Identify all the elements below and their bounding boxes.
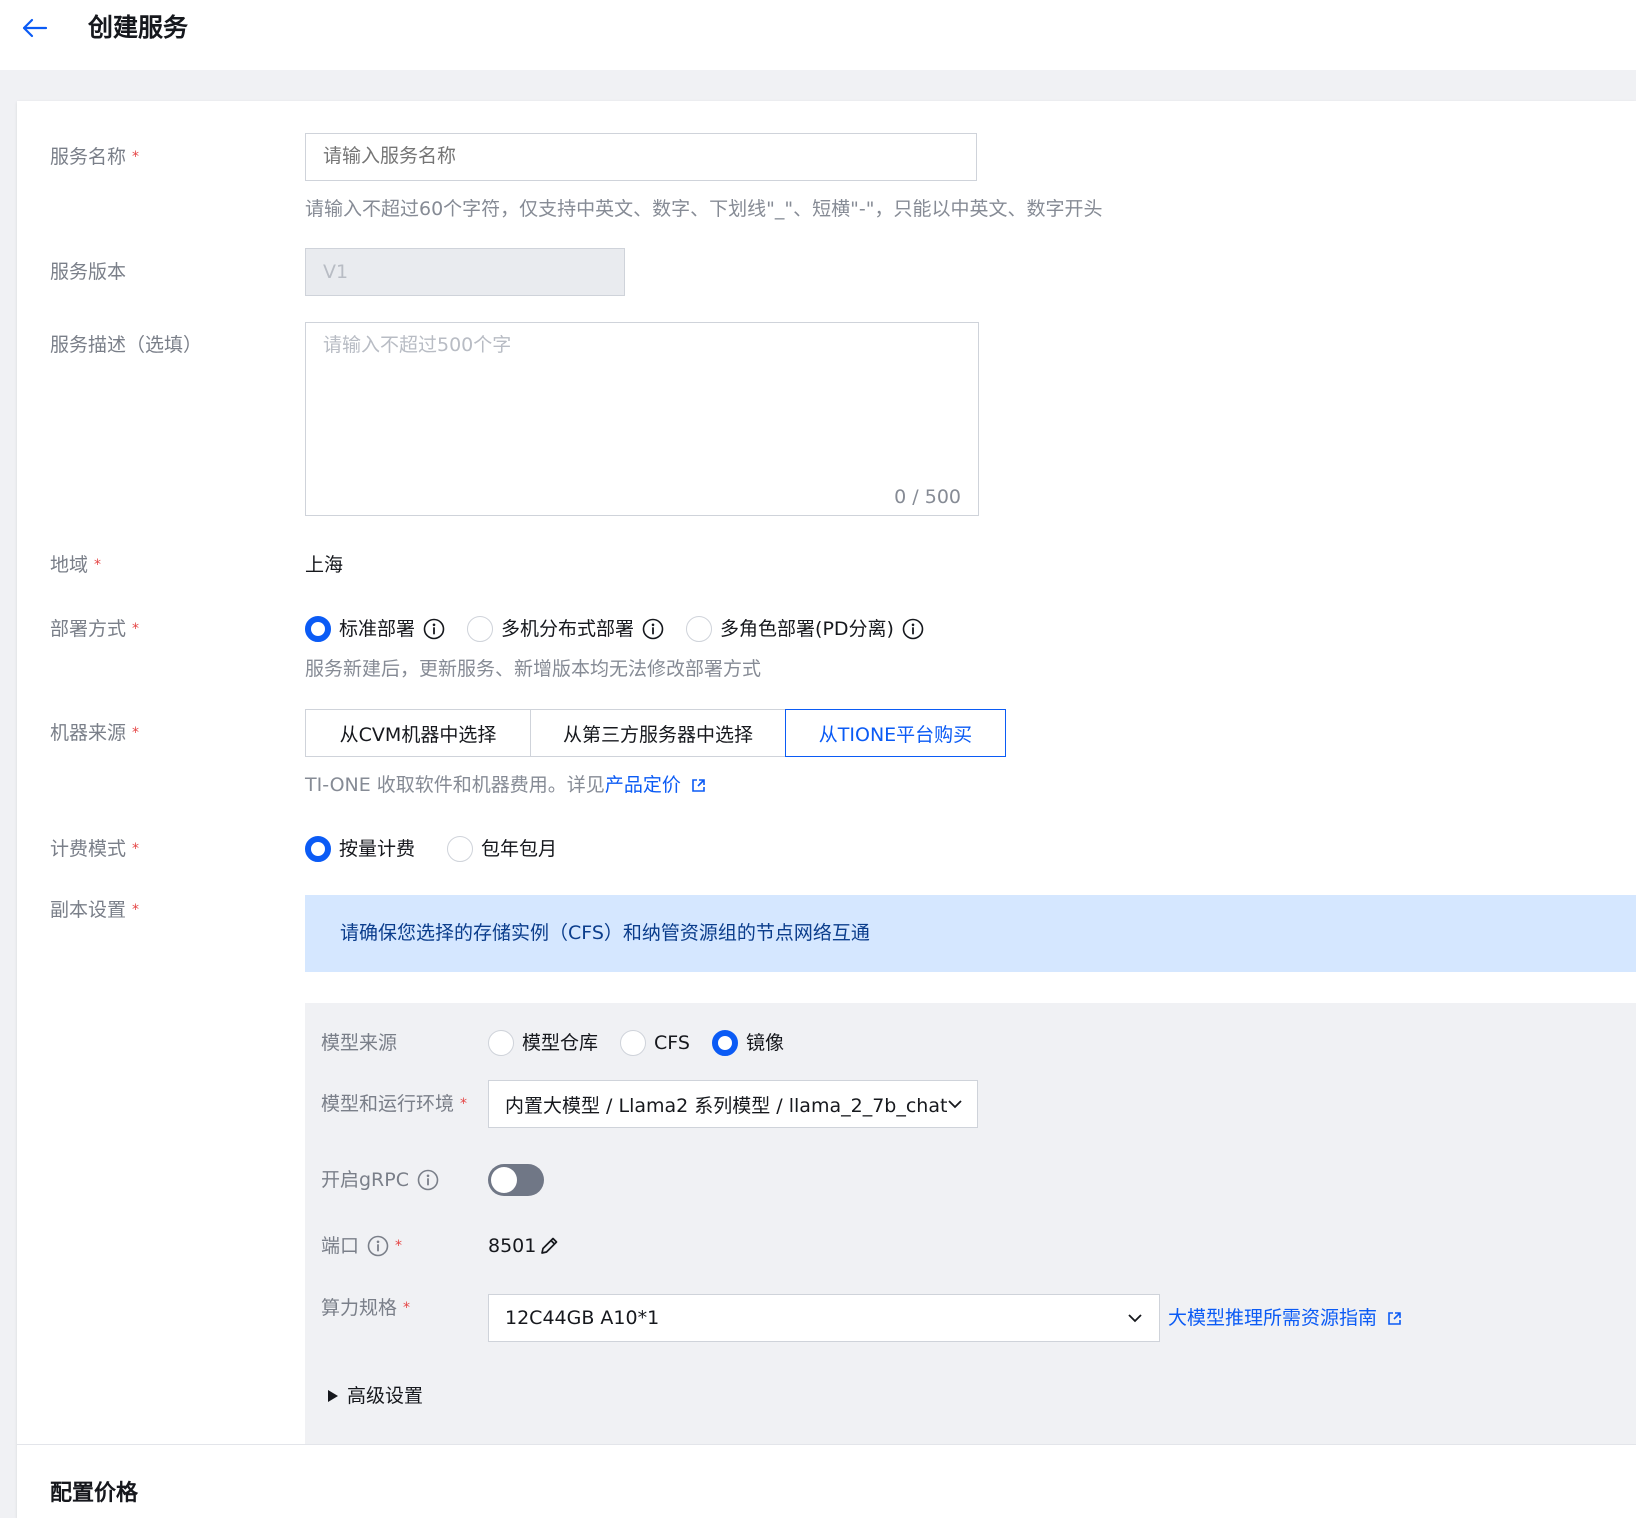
radio-dot [447,836,474,862]
select-value: 内置大模型 / Llama2 系列模型 / llama_2_7b_chat [505,1094,948,1117]
caret-right-icon [328,1390,338,1402]
billing-mode-label: 计费模式 * [50,838,140,860]
radio-dot-selected [305,836,331,862]
info-icon[interactable] [417,1169,439,1191]
radio-dot [467,616,494,642]
grpc-label: 开启gRPC [321,1166,439,1194]
radio-image[interactable]: 镜像 [711,1029,784,1057]
radio-dot-selected [711,1030,738,1056]
radio-distributed-deploy[interactable]: 多机分布式部署 [467,615,664,643]
radio-label: 标准部署 [339,618,416,640]
model-source-radio-group: 模型仓库 CFS 镜像 [488,1029,806,1057]
machine-source-tione[interactable]: 从TIONE平台购买 [785,709,1006,757]
port-value: 8501 [488,1235,537,1257]
service-version-input: V1 [305,248,625,296]
machine-source-cvm[interactable]: 从CVM机器中选择 [305,709,531,757]
hint-text: TI-ONE 收取软件和机器费用。详见 [305,774,605,796]
service-desc-label: 服务描述（选填） [50,334,203,356]
product-pricing-link[interactable]: 产品定价 [605,774,681,796]
replica-panel [305,1003,1636,1444]
machine-source-hint: TI-ONE 收取软件和机器费用。详见产品定价 [305,771,706,799]
service-desc-counter: 0 / 500 [894,486,961,508]
resource-guide-text: 大模型推理所需资源指南 [1168,1307,1378,1329]
machine-source-segmented: 从CVM机器中选择 从第三方服务器中选择 从TIONE平台购买 [305,709,1006,757]
radio-label: 多角色部署(PD分离) [720,618,894,640]
replica-label: 副本设置 * [50,899,140,921]
radio-dot [620,1030,647,1056]
page-header [0,0,1636,70]
radio-label: 镜像 [745,1032,784,1054]
advanced-settings-toggle[interactable]: 高级设置 [327,1382,423,1410]
select-value: 12C44GB A10*1 [505,1307,660,1329]
radio-dot [488,1030,514,1056]
info-icon[interactable] [423,618,445,640]
resource-guide-link[interactable]: 大模型推理所需资源指南 [1168,1304,1402,1332]
radio-label: 按量计费 [339,838,416,860]
info-icon[interactable] [642,618,664,640]
service-name-input[interactable] [305,133,977,181]
model-source-label: 模型来源 [321,1032,398,1054]
compute-spec-select[interactable]: 12C44GB A10*1 [488,1294,1160,1342]
service-name-hint: 请输入不超过60个字符，仅支持中英文、数字、下划线"_"、短横"-"，只能以中英… [305,198,1103,220]
region-value: 上海 [305,554,344,576]
radio-pay-as-you-go[interactable]: 按量计费 [305,835,415,863]
chevron-down-icon [948,1100,963,1109]
radio-model-repo[interactable]: 模型仓库 [488,1029,598,1057]
radio-monthly[interactable]: 包年包月 [447,835,557,863]
service-name-label: 服务名称 * [50,146,140,168]
deploy-mode-label: 部署方式 * [50,618,140,640]
radio-multi-role-deploy[interactable]: 多角色部署(PD分离) [686,615,924,643]
radio-label: 包年包月 [481,838,558,860]
network-notice-text: 请确保您选择的存储实例（CFS）和纳管资源组的节点网络互通 [340,922,870,944]
deploy-mode-radio-group: 标准部署 多机分布式部署 多角色部署(PD分离) [305,615,946,643]
radio-standard-deploy[interactable]: 标准部署 [305,615,445,643]
port-label: 端口 * [321,1235,403,1257]
radio-dot-selected [305,616,331,642]
service-version-label: 服务版本 [50,261,127,283]
radio-label: CFS [654,1032,690,1054]
compute-spec-label: 算力规格 * [321,1297,411,1319]
page-title: 创建服务 [88,13,189,42]
external-link-icon [1388,1312,1401,1325]
pricing-section-title: 配置价格 [50,1481,139,1506]
model-env-label: 模型和运行环境 * [321,1093,468,1115]
model-env-select[interactable]: 内置大模型 / Llama2 系列模型 / llama_2_7b_chat [488,1080,978,1128]
info-icon[interactable] [902,618,924,640]
radio-cfs[interactable]: CFS [620,1029,690,1057]
section-divider [17,1444,1636,1445]
deploy-mode-hint: 服务新建后，更新服务、新增版本均无法修改部署方式 [305,658,762,680]
region-label: 地域 * [50,554,102,576]
service-desc-textarea[interactable]: 请输入不超过500个字 0 / 500 [305,322,979,516]
radio-label: 多机分布式部署 [501,618,635,640]
back-arrow-icon[interactable] [16,12,52,44]
info-icon[interactable] [367,1235,389,1257]
machine-source-third-party[interactable]: 从第三方服务器中选择 [530,709,786,757]
external-link-icon[interactable] [691,778,706,793]
grpc-toggle[interactable] [488,1164,544,1196]
edit-pencil-icon[interactable] [538,1235,560,1257]
port-value-group: 8501 [488,1232,560,1260]
radio-dot [686,616,713,642]
chevron-down-icon [1128,1314,1142,1323]
machine-source-label: 机器来源 * [50,722,140,744]
advanced-settings-label: 高级设置 [347,1385,424,1407]
billing-mode-radio-group: 按量计费 包年包月 [305,835,579,863]
service-desc-placeholder: 请输入不超过500个字 [323,334,512,356]
toggle-knob [491,1167,517,1193]
radio-label: 模型仓库 [522,1032,599,1054]
